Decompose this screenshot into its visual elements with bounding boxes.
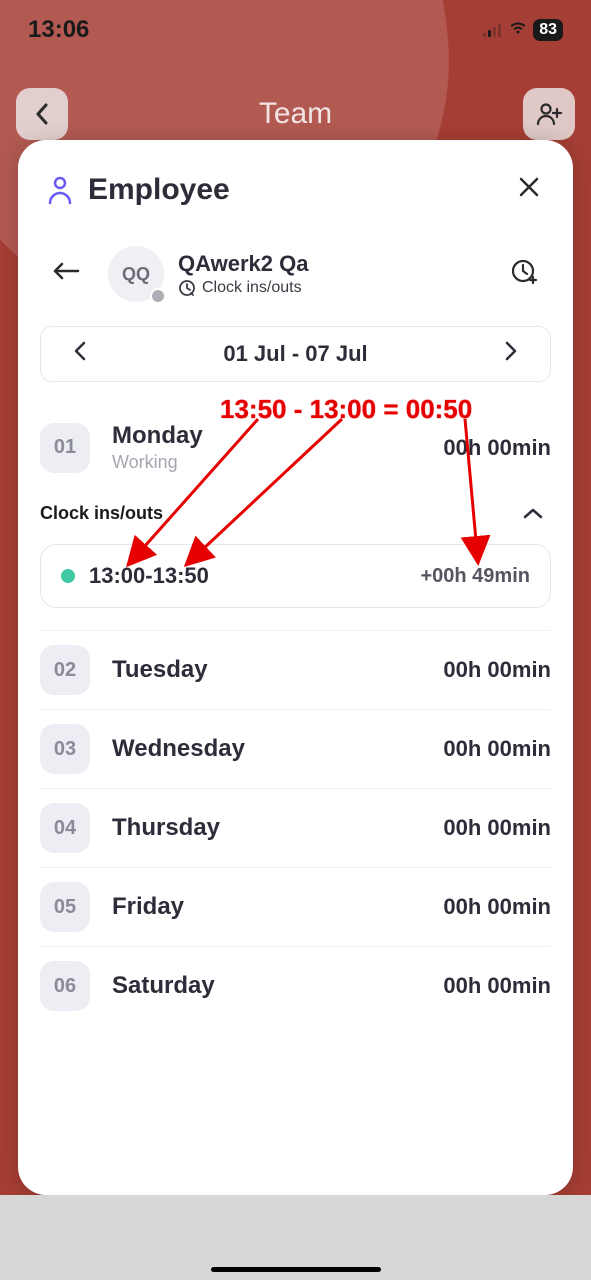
back-button[interactable] — [16, 88, 68, 140]
home-indicator — [211, 1267, 381, 1272]
top-nav: Team — [0, 88, 591, 140]
day-number: 03 — [40, 724, 90, 774]
battery-level: 83 — [533, 19, 563, 41]
clock-section-header[interactable]: Clock ins/outs — [18, 487, 573, 538]
add-time-button[interactable] — [503, 251, 545, 298]
day-status: Working — [112, 452, 443, 473]
status-right: 83 — [483, 19, 563, 41]
next-week-button[interactable] — [496, 337, 526, 371]
day-row[interactable]: 03 Wednesday 00h 00min — [40, 709, 551, 788]
day-name: Monday — [112, 422, 443, 450]
chevron-left-icon — [73, 341, 87, 361]
day-duration: 00h 00min — [443, 736, 551, 762]
day-duration: 00h 00min — [443, 815, 551, 841]
employee-icon — [46, 175, 74, 205]
day-name: Saturday — [112, 972, 443, 1000]
sheet-title: Employee — [88, 173, 230, 207]
prev-week-button[interactable] — [65, 337, 95, 371]
clock-section-title: Clock ins/outs — [40, 503, 163, 524]
wifi-icon — [509, 21, 527, 40]
clock-duration: +00h 49min — [420, 565, 530, 588]
chevron-right-icon — [504, 341, 518, 361]
signal-icon — [483, 23, 503, 37]
date-range-selector: 01 Jul - 07 Jul — [40, 326, 551, 382]
day-number: 06 — [40, 961, 90, 1011]
collapse-button[interactable] — [515, 499, 551, 528]
status-bar: 13:06 83 — [0, 0, 591, 60]
employee-sheet: Employee QQ QAwerk2 Qa Clock ins/outs — [18, 140, 573, 1195]
day-row[interactable]: 06 Saturday 00h 00min — [40, 946, 551, 1025]
day-number: 01 — [40, 423, 90, 473]
profile-back-button[interactable] — [46, 254, 86, 294]
status-dot — [150, 288, 166, 304]
chevron-left-icon — [34, 103, 50, 125]
day-row[interactable]: 02 Tuesday 00h 00min — [40, 630, 551, 709]
avatar-initials: QQ — [122, 264, 150, 285]
avatar: QQ — [108, 246, 164, 302]
day-duration: 00h 00min — [443, 973, 551, 999]
day-name: Tuesday — [112, 656, 443, 684]
day-name: Friday — [112, 893, 443, 921]
arrow-left-icon — [52, 261, 80, 281]
profile-subtitle: Clock ins/outs — [202, 279, 302, 297]
add-user-icon — [535, 101, 563, 127]
close-button[interactable] — [513, 170, 545, 210]
day-name: Thursday — [112, 814, 443, 842]
day-name: Wednesday — [112, 735, 443, 763]
day-number: 02 — [40, 645, 90, 695]
clock-entry[interactable]: 13:00-13:50 +00h 49min — [40, 544, 551, 608]
day-duration: 00h 00min — [443, 435, 551, 461]
add-user-button[interactable] — [523, 88, 575, 140]
clock-plus-icon — [509, 257, 539, 287]
day-number: 05 — [40, 882, 90, 932]
day-row[interactable]: 05 Friday 00h 00min — [40, 867, 551, 946]
status-time: 13:06 — [28, 16, 89, 44]
day-row[interactable]: 04 Thursday 00h 00min — [40, 788, 551, 867]
day-number: 04 — [40, 803, 90, 853]
date-range: 01 Jul - 07 Jul — [223, 341, 367, 367]
profile-row: QQ QAwerk2 Qa Clock ins/outs — [18, 234, 573, 320]
page-title: Team — [259, 97, 332, 131]
status-dot-green — [61, 569, 75, 583]
day-duration: 00h 00min — [443, 894, 551, 920]
clock-icon — [178, 279, 196, 297]
chevron-up-icon — [523, 507, 543, 519]
employee-name: QAwerk2 Qa — [178, 251, 489, 277]
day-duration: 00h 00min — [443, 657, 551, 683]
annotation-text: 13:50 - 13:00 = 00:50 — [220, 394, 472, 425]
clock-range: 13:00-13:50 — [89, 563, 420, 589]
close-icon — [517, 175, 541, 199]
